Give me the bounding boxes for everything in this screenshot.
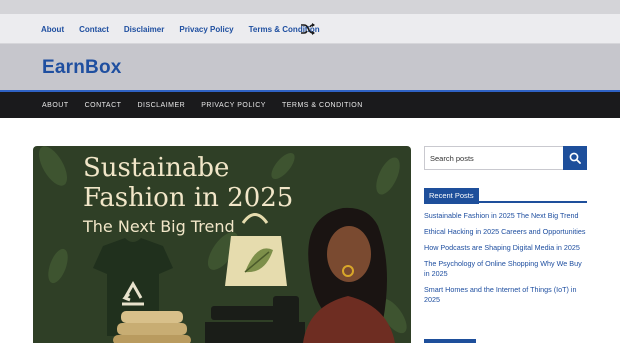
recent-post-link[interactable]: The Psychology of Online Shopping Why We…	[424, 259, 587, 279]
featured-post-image[interactable]: Sustainabe Fashion in 2025 The Next Big …	[33, 146, 411, 343]
search-input[interactable]	[424, 146, 563, 170]
hero-title-line2: Fashion in 2025	[83, 183, 293, 213]
main-nav: ABOUT CONTACT DISCLAIMER PRIVACY POLICY …	[0, 92, 620, 118]
top-links: About Contact Disclaimer Privacy Policy …	[41, 14, 335, 44]
folded-fabric	[113, 311, 191, 343]
nav-item-terms[interactable]: TERMS & CONDITION	[282, 102, 363, 109]
nav-item-about[interactable]: ABOUT	[42, 102, 69, 109]
recent-post-link[interactable]: Ethical Hacking in 2025 Careers and Oppo…	[424, 227, 587, 237]
recent-post-link[interactable]: Smart Homes and the Internet of Things (…	[424, 285, 587, 305]
hero-illustration: Sustainabe Fashion in 2025 The Next Big …	[33, 146, 411, 343]
recent-post-link[interactable]: Sustainable Fashion in 2025 The Next Big…	[424, 211, 587, 221]
site-header: EarnBox	[0, 44, 620, 92]
search-button[interactable]	[563, 146, 587, 170]
recent-posts-heading: Recent Posts	[424, 188, 479, 204]
search-icon	[569, 152, 581, 164]
nav-item-disclaimer[interactable]: DISCLAIMER	[137, 102, 185, 109]
recent-posts-list: Sustainable Fashion in 2025 The Next Big…	[424, 211, 587, 305]
nav-item-privacy-policy[interactable]: PRIVACY POLICY	[201, 102, 266, 109]
next-widget-heading	[424, 339, 476, 343]
top-strip	[0, 0, 620, 14]
top-bar: About Contact Disclaimer Privacy Policy …	[0, 14, 620, 44]
search-form	[424, 146, 587, 170]
recent-posts-heading-bar: Recent Posts	[424, 185, 587, 204]
nav-item-contact[interactable]: CONTACT	[85, 102, 122, 109]
top-link-about[interactable]: About	[41, 25, 64, 34]
top-link-privacy-policy[interactable]: Privacy Policy	[179, 25, 233, 34]
hero-title-line1: Sustainabe	[83, 153, 229, 183]
recent-post-link[interactable]: How Podcasts are Shaping Digital Media i…	[424, 243, 587, 253]
top-link-disclaimer[interactable]: Disclaimer	[124, 25, 164, 34]
hero-subtitle: The Next Big Trend	[82, 217, 235, 236]
shuffle-icon[interactable]	[300, 21, 316, 37]
top-link-contact[interactable]: Contact	[79, 25, 109, 34]
site-title[interactable]: EarnBox	[42, 57, 122, 79]
sidebar: Recent Posts Sustainable Fashion in 2025…	[424, 146, 587, 311]
